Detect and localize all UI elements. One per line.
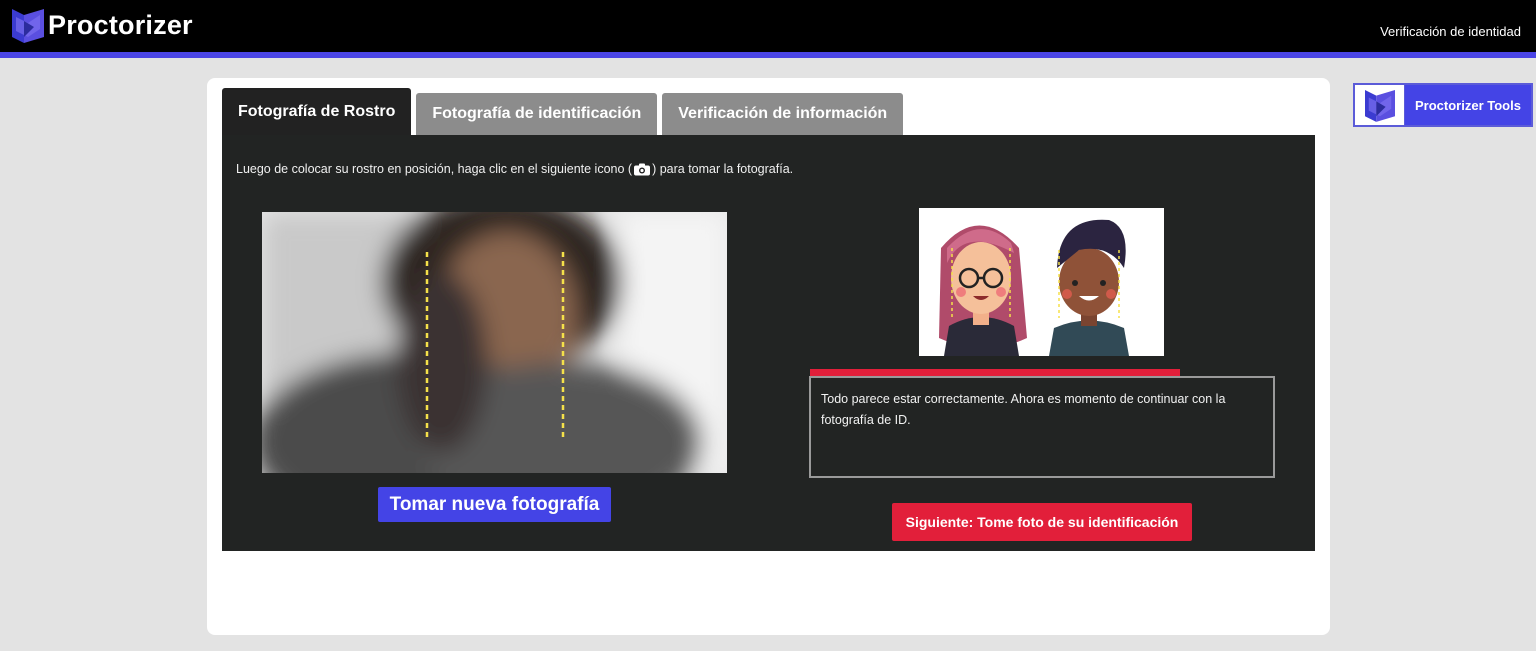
status-indicator-bar	[810, 369, 1180, 376]
page-heading: Verificación de identidad	[1380, 24, 1521, 39]
brand[interactable]: Proctorizer	[12, 7, 193, 43]
camera-icon[interactable]	[634, 163, 651, 176]
top-bar: Proctorizer Verificación de identidad	[0, 0, 1536, 58]
verification-card: Fotografía de Rostro Fotografía de ident…	[207, 78, 1330, 635]
tools-label: Proctorizer Tools	[1405, 85, 1531, 125]
retake-photo-button[interactable]: Tomar nueva fotografía	[378, 487, 611, 522]
proctorizer-logo-icon	[12, 9, 44, 43]
camera-preview	[262, 212, 727, 473]
tab-id-photo[interactable]: Fotografía de identificación	[416, 93, 658, 135]
next-id-photo-button[interactable]: Siguiente: Tome foto de su identificació…	[892, 503, 1192, 541]
tab-bar: Fotografía de Rostro Fotografía de ident…	[222, 88, 908, 135]
instruction-after: ) para tomar la fotografía.	[652, 162, 794, 176]
face-photo-panel: Luego de colocar su rostro en posición, …	[222, 135, 1315, 551]
instruction-text: Luego de colocar su rostro en posición, …	[236, 162, 793, 176]
proctorizer-logo-icon	[1364, 90, 1395, 122]
tab-face-photo[interactable]: Fotografía de Rostro	[222, 88, 412, 135]
tab-info-verification[interactable]: Verificación de información	[662, 93, 904, 135]
proctorizer-tools-button[interactable]: Proctorizer Tools	[1353, 83, 1533, 127]
brand-name: Proctorizer	[48, 9, 193, 40]
example-faces-image	[919, 208, 1164, 356]
status-message: Todo parece estar correctamente. Ahora e…	[809, 376, 1275, 478]
tools-logo	[1355, 85, 1405, 125]
instruction-before: Luego de colocar su rostro en posición, …	[236, 162, 633, 176]
